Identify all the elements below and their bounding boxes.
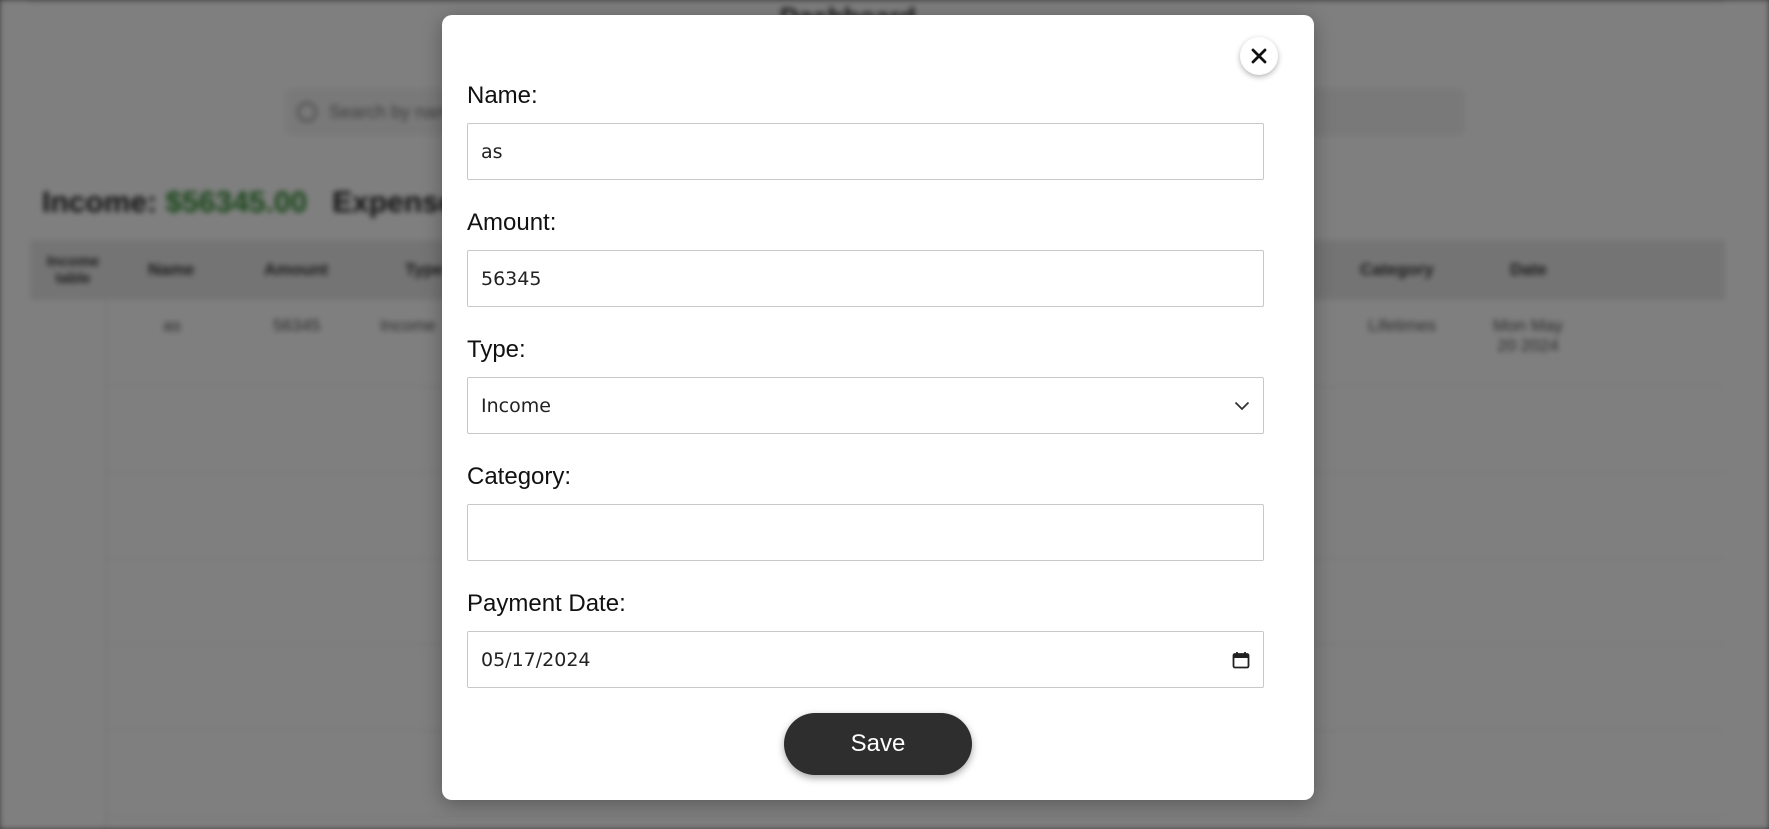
- name-field[interactable]: as: [467, 123, 1264, 180]
- category-field[interactable]: [467, 504, 1264, 561]
- close-icon: [1251, 48, 1267, 64]
- name-label: Name:: [467, 82, 538, 109]
- type-select[interactable]: Income: [467, 377, 1264, 434]
- amount-field[interactable]: 56345: [467, 250, 1264, 307]
- category-label: Category:: [467, 463, 572, 490]
- amount-label: Amount:: [467, 209, 557, 236]
- calendar-icon[interactable]: [1232, 651, 1250, 669]
- edit-transaction-modal: Name: as Amount: 56345 Type: Income Cate…: [442, 15, 1314, 800]
- save-button[interactable]: Save: [784, 713, 972, 775]
- chevron-down-icon: [1234, 401, 1250, 410]
- payment-date-label: Payment Date:: [467, 590, 626, 617]
- type-selected-value: Income: [481, 394, 551, 417]
- payment-date-value: 05/17/2024: [481, 648, 591, 671]
- type-label: Type:: [467, 336, 526, 363]
- payment-date-field[interactable]: 05/17/2024: [467, 631, 1264, 688]
- amount-value: 56345: [481, 267, 542, 290]
- close-button[interactable]: [1240, 37, 1278, 75]
- name-value: as: [481, 140, 503, 163]
